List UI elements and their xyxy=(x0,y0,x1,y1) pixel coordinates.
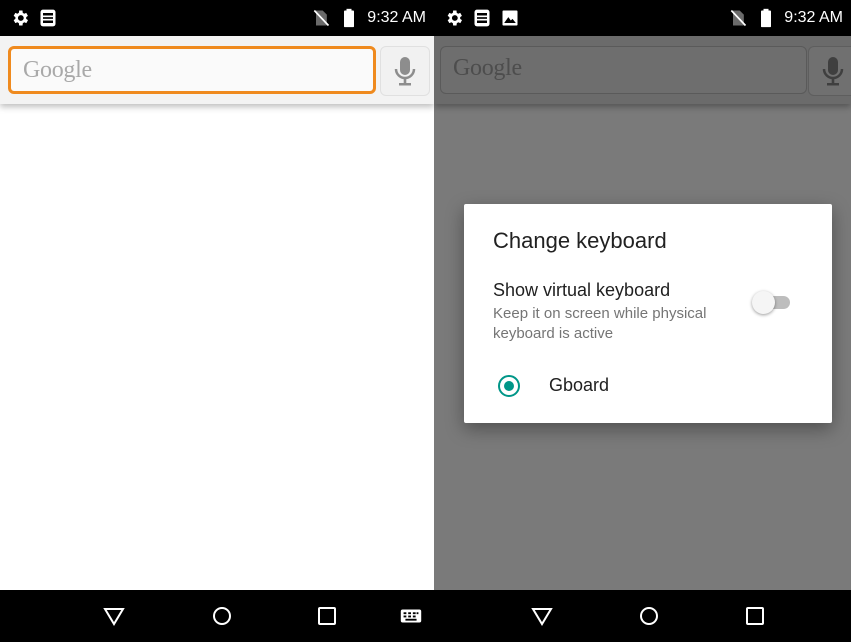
status-time: 9:32 AM xyxy=(784,9,843,26)
image-icon xyxy=(502,10,518,26)
no-sim-icon xyxy=(314,9,330,27)
home-icon[interactable] xyxy=(208,602,236,630)
radio-selected-dot xyxy=(504,381,514,391)
home-icon[interactable] xyxy=(635,602,663,630)
left-screen: 9:32 AM Google xyxy=(0,0,434,642)
battery-icon xyxy=(344,8,355,28)
search-placeholder: Google xyxy=(453,55,522,81)
navigation-bar xyxy=(434,590,851,642)
navigation-bar xyxy=(0,590,434,642)
dialog-title: Change keyboard xyxy=(493,228,667,253)
voice-search-button[interactable] xyxy=(380,46,430,96)
search-placeholder: Google xyxy=(23,57,92,83)
search-input: Google xyxy=(440,46,807,94)
search-widget: Google xyxy=(0,36,434,104)
toggle-thumb xyxy=(752,291,775,314)
back-icon[interactable] xyxy=(528,602,556,630)
recents-icon[interactable] xyxy=(741,602,769,630)
radio-button[interactable] xyxy=(498,375,520,397)
status-time: 9:32 AM xyxy=(367,9,426,26)
settings-icon xyxy=(447,10,462,26)
keyboard-icon[interactable] xyxy=(398,602,424,630)
battery-icon xyxy=(761,8,772,28)
settings-icon xyxy=(13,10,28,26)
voice-search-button xyxy=(808,46,851,96)
back-icon[interactable] xyxy=(100,602,128,630)
show-virtual-keyboard-label[interactable]: Show virtual keyboard xyxy=(493,280,670,301)
show-virtual-keyboard-toggle[interactable] xyxy=(752,290,792,314)
mic-icon xyxy=(822,57,844,86)
status-bar: 9:32 AM xyxy=(434,0,851,36)
keyboard-option-gboard[interactable]: Gboard xyxy=(494,370,794,402)
screenshot-icon xyxy=(474,9,490,27)
no-sim-icon xyxy=(731,9,747,27)
change-keyboard-dialog: Change keyboard Show virtual keyboard Ke… xyxy=(464,204,832,423)
search-input[interactable]: Google xyxy=(8,46,376,94)
keyboard-option-label: Gboard xyxy=(549,375,610,395)
recents-icon[interactable] xyxy=(313,602,341,630)
screenshot-icon xyxy=(40,9,56,27)
search-widget: Google xyxy=(434,36,851,104)
mic-icon xyxy=(394,57,416,86)
status-bar: 9:32 AM xyxy=(0,0,434,36)
show-virtual-keyboard-description: Keep it on screen while physical keyboar… xyxy=(493,305,707,342)
right-screen: 9:32 AM Google Change keyboard Show virt… xyxy=(434,0,851,642)
